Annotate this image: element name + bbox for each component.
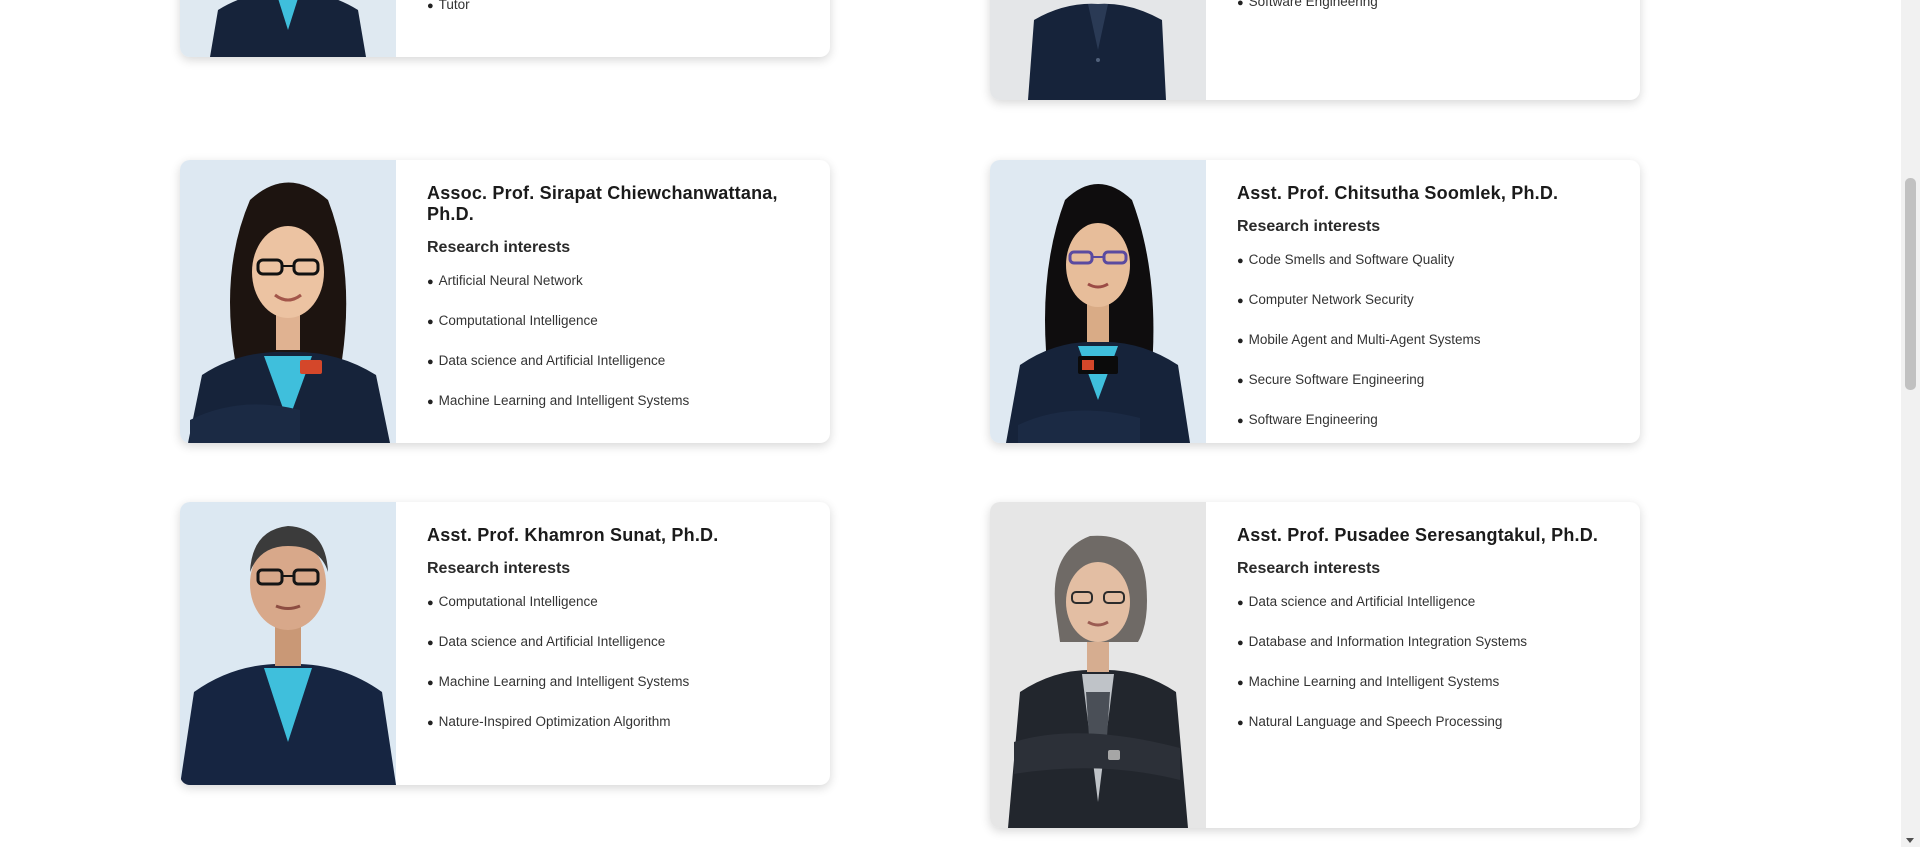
research-interest-item: Computational Intelligence: [427, 313, 810, 353]
research-interest-item: Computational Intelligence: [427, 594, 810, 634]
scroll-down-arrow-icon[interactable]: [1906, 838, 1914, 843]
vertical-scrollbar[interactable]: [1901, 0, 1920, 847]
research-interest-item: Machine Learning and Intelligent Systems: [427, 674, 810, 714]
research-interest-list: Code Smells and Software Quality Compute…: [1237, 252, 1620, 443]
faculty-photo: [180, 0, 396, 57]
faculty-name: Asst. Prof. Pusadee Seresangtakul, Ph.D.: [1237, 525, 1599, 545]
research-interest-item: Nature-Inspired Optimization Algorithm: [427, 714, 810, 754]
research-interest-item: Tutor: [427, 0, 810, 37]
research-interests-label: Research interests: [1237, 218, 1381, 235]
research-interest-item: Machine Learning and Intelligent Systems: [427, 393, 810, 433]
research-interests-label: Research interests: [427, 239, 571, 256]
faculty-info: Software Engineering: [1237, 0, 1620, 34]
research-interest-item: Database and Information Integration Sys…: [1237, 634, 1620, 674]
faculty-card: Assoc. Prof. Sirapat Chiewchanwattana, P…: [180, 160, 830, 443]
faculty-info: Assoc. Prof. Sirapat Chiewchanwattana, P…: [427, 183, 810, 433]
faculty-name: Assoc. Prof. Sirapat Chiewchanwattana, P…: [427, 183, 778, 224]
faculty-name: Asst. Prof. Khamron Sunat, Ph.D.: [427, 525, 719, 545]
faculty-info: Asst. Prof. Pusadee Seresangtakul, Ph.D.…: [1237, 525, 1620, 754]
scrollbar-thumb[interactable]: [1905, 178, 1916, 390]
faculty-card: Asst. Prof. Pusadee Seresangtakul, Ph.D.…: [990, 502, 1640, 828]
research-interests-label: Research interests: [427, 560, 571, 577]
research-interest-item: Data science and Artificial Intelligence: [427, 634, 810, 674]
faculty-photo: [180, 160, 396, 443]
research-interest-item: Software Engineering: [1237, 0, 1620, 34]
research-interest-item: Natural Language and Speech Processing: [1237, 714, 1620, 754]
faculty-photo: [990, 160, 1206, 443]
research-interest-item: Mobile Agent and Multi-Agent Systems: [1237, 332, 1620, 372]
research-interest-list: Computational Intelligence Data science …: [427, 594, 810, 754]
faculty-info: Asst. Prof. Chitsutha Soomlek, Ph.D. Res…: [1237, 183, 1620, 443]
research-interest-item: Code Smells and Software Quality: [1237, 252, 1620, 292]
research-interest-item: Machine Learning and Intelligent Systems: [1237, 674, 1620, 714]
research-interest-item: Artificial Neural Network: [427, 273, 810, 313]
research-interest-item: Data science and Artificial Intelligence: [427, 353, 810, 393]
research-interest-list: Data science and Artificial Intelligence…: [1237, 594, 1620, 754]
faculty-card: Tutor: [180, 0, 830, 57]
faculty-card: Asst. Prof. Chitsutha Soomlek, Ph.D. Res…: [990, 160, 1640, 443]
research-interest-item: Software Engineering: [1237, 412, 1620, 443]
faculty-photo: [990, 502, 1206, 828]
research-interest-item: Computer Network Security: [1237, 292, 1620, 332]
faculty-name: Asst. Prof. Chitsutha Soomlek, Ph.D.: [1237, 183, 1559, 203]
faculty-info: Tutor: [427, 0, 810, 37]
research-interest-item: Data science and Artificial Intelligence: [1237, 594, 1620, 634]
faculty-photo: [180, 502, 396, 785]
research-interest-list: Tutor: [427, 0, 810, 37]
faculty-card: Asst. Prof. Khamron Sunat, Ph.D. Researc…: [180, 502, 830, 785]
research-interest-list: Artificial Neural Network Computational …: [427, 273, 810, 433]
faculty-info: Asst. Prof. Khamron Sunat, Ph.D. Researc…: [427, 525, 810, 754]
faculty-card: Software Engineering: [990, 0, 1640, 100]
research-interests-label: Research interests: [1237, 560, 1381, 577]
faculty-photo: [990, 0, 1206, 100]
research-interest-item: Secure Software Engineering: [1237, 372, 1620, 412]
research-interest-list: Software Engineering: [1237, 0, 1620, 34]
